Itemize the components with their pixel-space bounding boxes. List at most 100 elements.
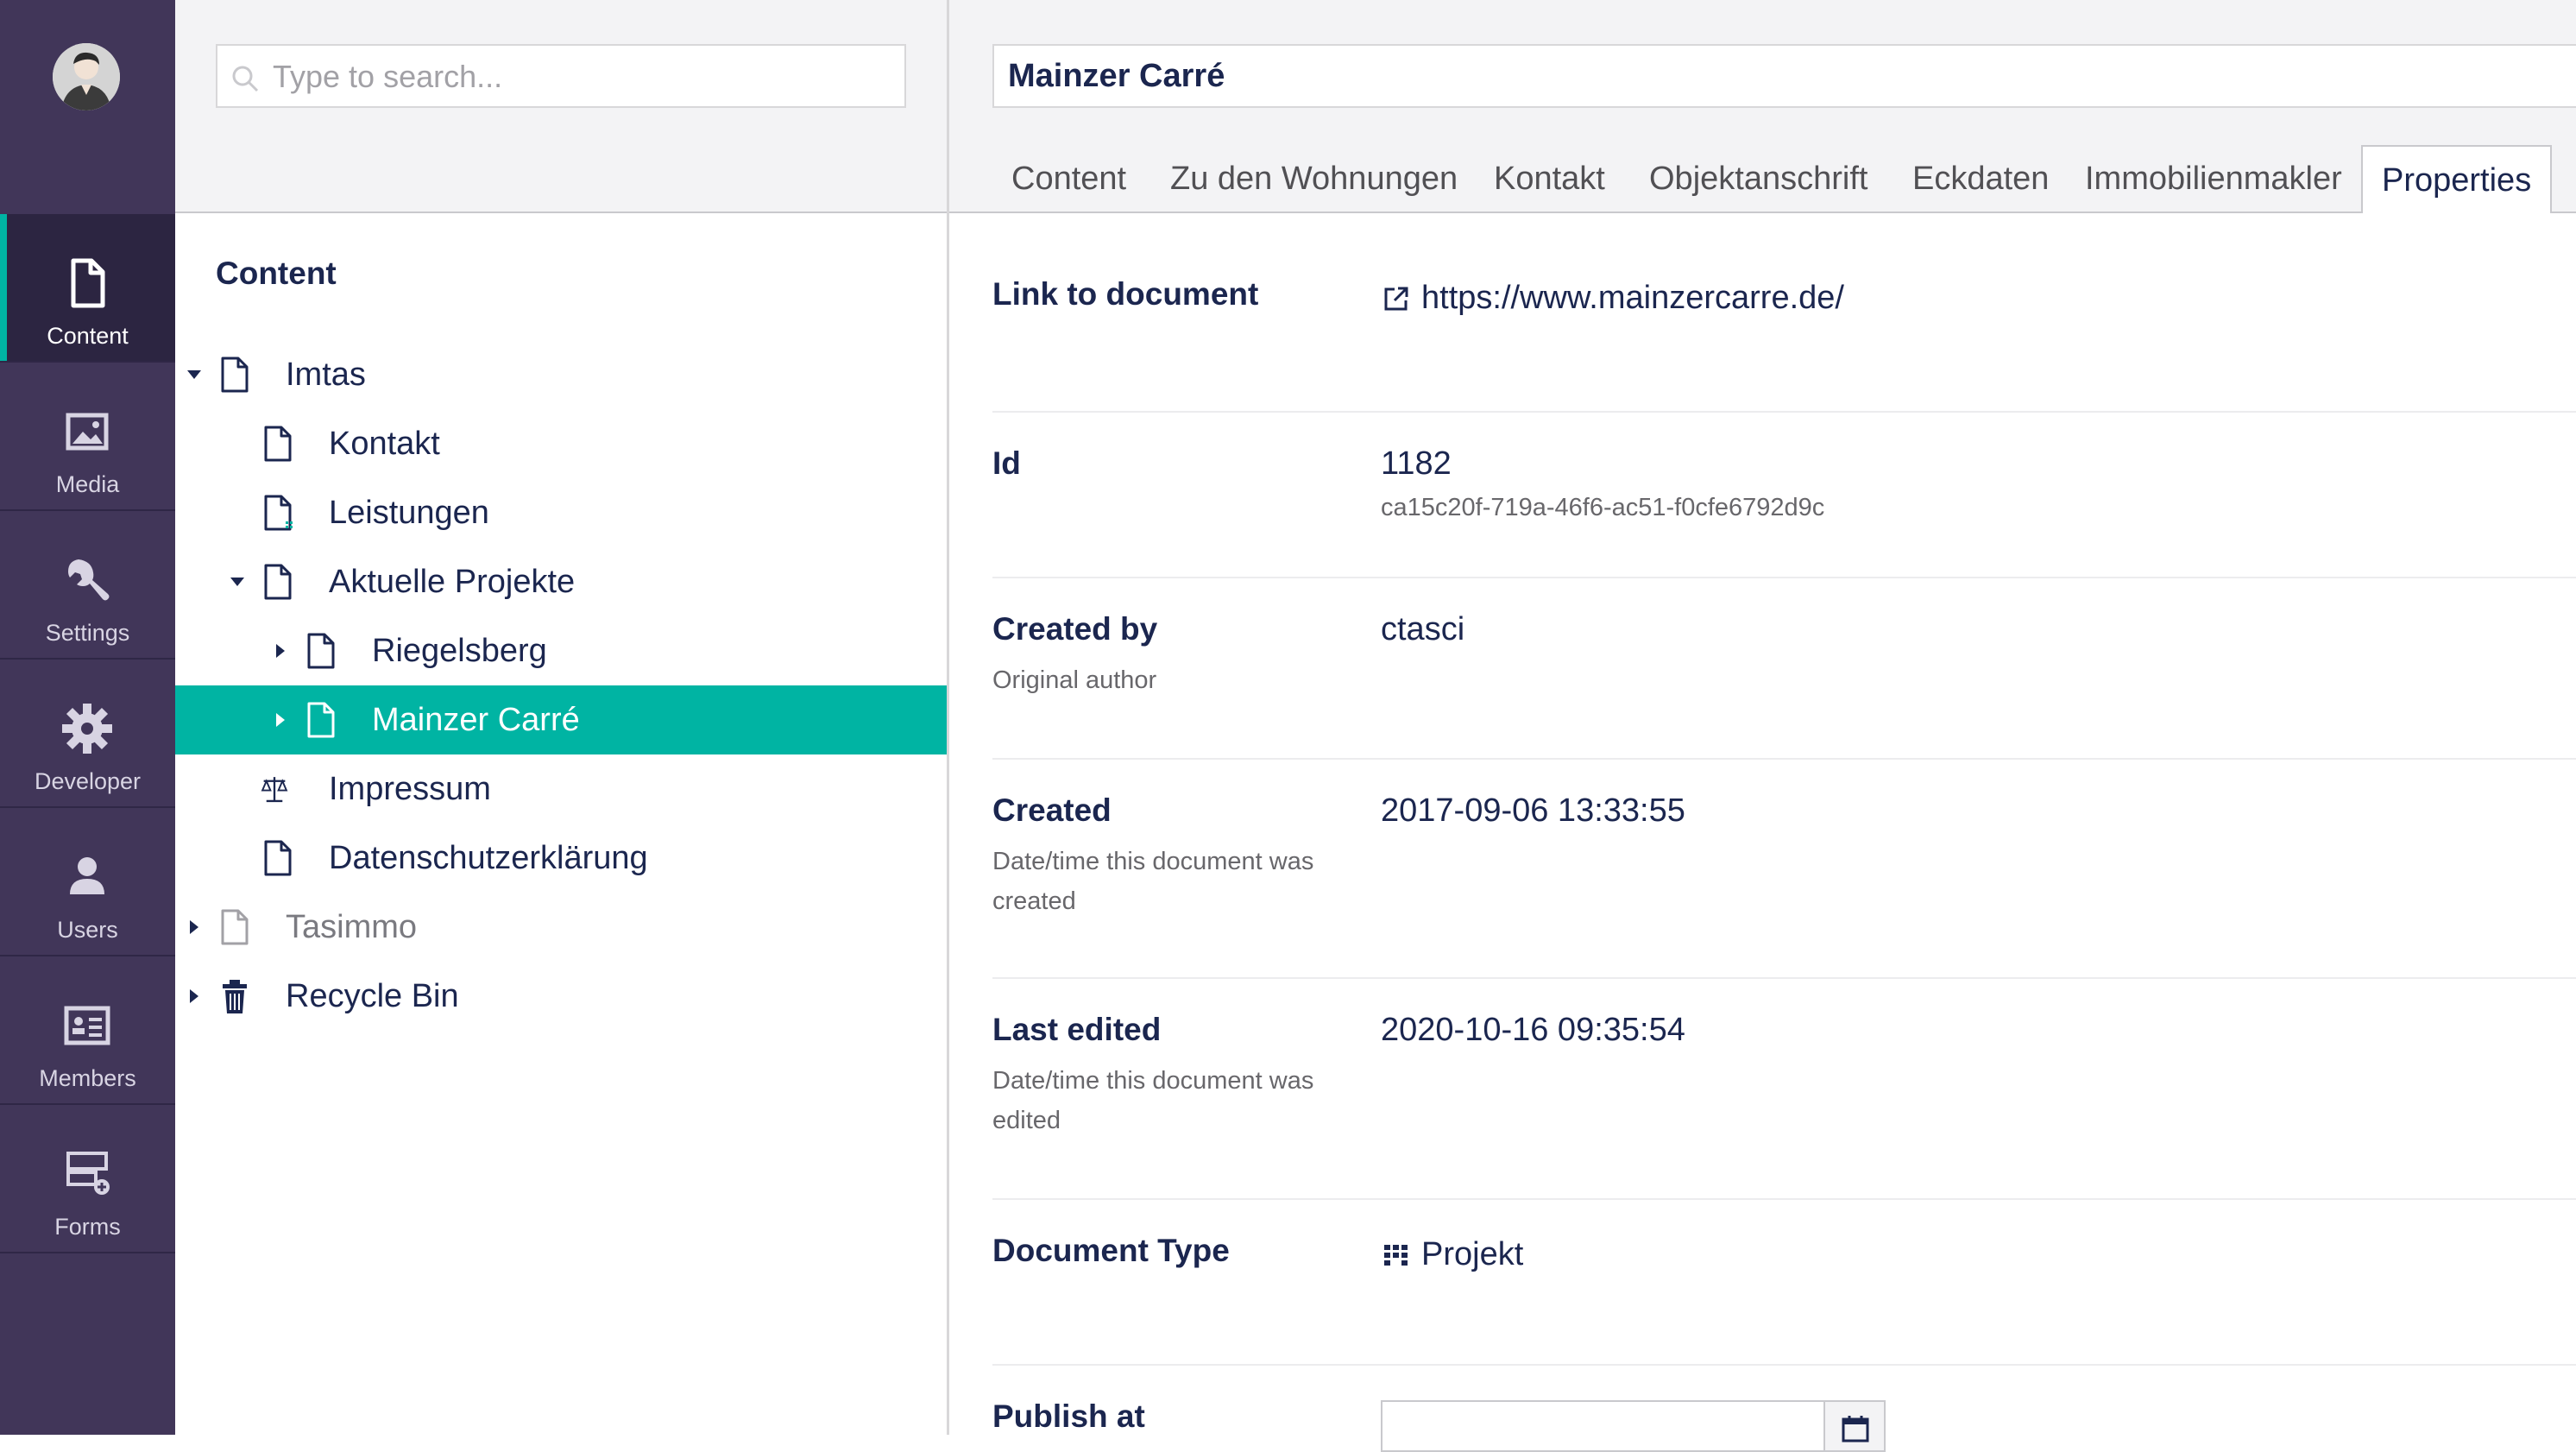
prop-label-created: Created [992, 792, 1112, 828]
prop-value-guid: ca15c20f-719a-46f6-ac51-f0cfe6792d9c [1381, 494, 1825, 521]
tree-root-title: Content [216, 256, 337, 291]
avatar[interactable] [53, 43, 120, 110]
app-sidebar: Content Media Settings Developer Users M… [0, 0, 175, 1435]
document-name-input[interactable]: Mainzer Carré [992, 44, 2576, 108]
section-media[interactable]: Media [0, 363, 175, 511]
tree-node-label: Riegelsberg [372, 633, 547, 669]
tree-node-leistungen[interactable]: Leistungen [175, 478, 949, 547]
section-developer[interactable]: Developer [0, 660, 175, 808]
tab-content[interactable]: Content [1011, 145, 1126, 213]
scales-icon [261, 777, 288, 803]
document-link[interactable]: https://www.mainzercarre.de/ [1421, 280, 1844, 317]
divider [992, 577, 2576, 578]
tree-node-label: Imtas [286, 357, 366, 393]
section-label-content: Content [47, 323, 129, 349]
calendar-button[interactable] [1825, 1400, 1886, 1452]
prop-label-last-edited: Last edited [992, 1012, 1162, 1047]
user-icon [70, 857, 104, 894]
tree-node-tasimmo[interactable]: Tasimmo [175, 893, 949, 962]
wrench-icon [68, 559, 110, 601]
tree-node-label: Datenschutzerklärung [329, 840, 648, 876]
tree-node-label: Kontakt [329, 426, 440, 462]
tab-objektanschrift[interactable]: Objektanschrift [1649, 145, 1867, 213]
section-content[interactable]: Content [0, 214, 175, 363]
document-icon [307, 633, 335, 669]
document-icon [264, 426, 292, 462]
section-users[interactable]: Users [0, 808, 175, 956]
content-tree-panel: Content Imtas Kontakt Leistungen Aktuell… [175, 0, 949, 1435]
divider [992, 1364, 2576, 1366]
tab-properties[interactable]: Properties [2361, 145, 2553, 213]
document-icon [71, 258, 105, 308]
id-card-icon [64, 1006, 110, 1045]
prop-label-link: Link to document [992, 276, 1259, 312]
avatar-image [53, 43, 120, 110]
search-input[interactable] [271, 46, 896, 108]
divider [992, 411, 2576, 413]
document-icon [221, 357, 249, 393]
divider [992, 758, 2576, 760]
divider [992, 977, 2576, 979]
tree-node-imtas[interactable]: Imtas [175, 340, 949, 409]
tree-node-recycle-bin[interactable]: Recycle Bin [175, 962, 949, 1031]
section-label-settings: Settings [45, 620, 130, 646]
section-label-forms: Forms [54, 1214, 121, 1240]
tree-node-riegelsberg[interactable]: Riegelsberg [175, 616, 949, 685]
tree-node-datenschutzerklaerung[interactable]: Datenschutzerklärung [175, 824, 949, 893]
tab-kontakt[interactable]: Kontakt [1494, 145, 1605, 213]
tree-node-label: Mainzer Carré [372, 702, 580, 738]
tree-node-mainzer-carre[interactable]: Mainzer Carré [175, 685, 947, 754]
caret-right-icon[interactable] [272, 642, 289, 660]
grid-icon [1384, 1245, 1408, 1266]
tree-node-label: Recycle Bin [286, 978, 459, 1014]
publish-at-input[interactable] [1381, 1400, 1825, 1452]
external-link-icon [1384, 287, 1408, 311]
document-icon [307, 702, 335, 738]
prop-value-created: 2017-09-06 13:33:55 [1381, 792, 1685, 829]
form-add-icon [66, 1152, 110, 1195]
tree-node-impressum[interactable]: Impressum [175, 754, 949, 824]
prop-value-created-by: ctasci [1381, 611, 1465, 647]
tree-node-kontakt[interactable]: Kontakt [175, 409, 949, 478]
section-label-developer: Developer [34, 768, 142, 794]
tree-node-label: Tasimmo [286, 909, 418, 945]
document-icon [264, 840, 292, 876]
document-list-icon [264, 495, 293, 531]
calendar-icon [1842, 1416, 1869, 1443]
tree-node-label: Leistungen [329, 495, 489, 531]
image-icon [66, 413, 109, 451]
caret-down-icon[interactable] [229, 573, 246, 590]
caret-right-icon[interactable] [186, 919, 203, 936]
search-box [216, 44, 906, 108]
trash-icon [223, 980, 247, 1013]
section-settings[interactable]: Settings [0, 511, 175, 660]
document-icon [221, 909, 249, 945]
prop-label-publish-at: Publish at [992, 1398, 1145, 1434]
tab-eckdaten[interactable]: Eckdaten [1912, 145, 2049, 213]
caret-right-icon[interactable] [272, 711, 289, 729]
prop-desc-created: Date/time this document was created [992, 848, 1314, 915]
tree-node-aktuelle-projekte[interactable]: Aktuelle Projekte [175, 547, 949, 616]
prop-value-last-edited: 2020-10-16 09:35:54 [1381, 1012, 1685, 1048]
prop-label-created-by: Created by [992, 611, 1158, 647]
section-label-members: Members [39, 1065, 136, 1091]
document-type-link[interactable]: Projekt [1421, 1236, 1523, 1273]
prop-label-document-type: Document Type [992, 1233, 1230, 1268]
divider [992, 1198, 2576, 1200]
tree-node-label: Impressum [329, 771, 491, 807]
gear-icon [62, 704, 112, 754]
tree-header [175, 0, 947, 213]
section-label-media: Media [55, 471, 120, 497]
search-icon [232, 66, 259, 92]
section-forms[interactable]: Forms [0, 1105, 175, 1253]
caret-right-icon[interactable] [186, 988, 203, 1005]
tab-zu-den-wohnungen[interactable]: Zu den Wohnungen [1170, 145, 1458, 213]
tab-immobilienmakler[interactable]: Immobilienmakler [2085, 145, 2342, 213]
prop-value-id: 1182 [1381, 445, 1452, 482]
tree-node-label: Aktuelle Projekte [329, 564, 576, 600]
section-members[interactable]: Members [0, 956, 175, 1105]
caret-down-icon[interactable] [186, 366, 203, 383]
editor-header: Mainzer Carré Content Zu den Wohnungen K… [949, 0, 2576, 213]
prop-label-id: Id [992, 445, 1021, 481]
prop-desc-created-by: Original author [992, 666, 1157, 694]
